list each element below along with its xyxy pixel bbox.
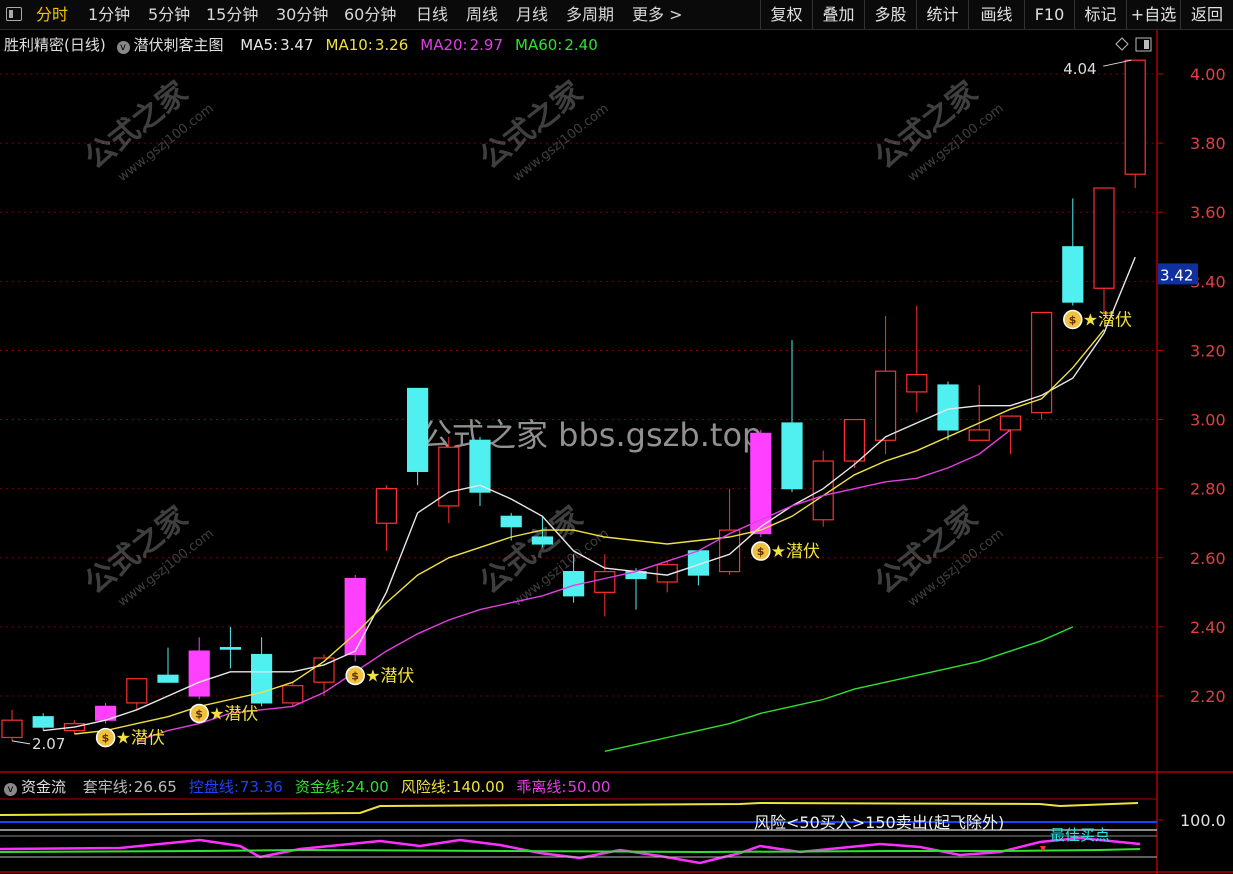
dollar-glyph: $ bbox=[1069, 314, 1077, 327]
candle-body bbox=[781, 422, 803, 490]
candle-body bbox=[500, 515, 522, 528]
best-buy-label: 最佳买点 bbox=[1050, 826, 1110, 844]
sub-legend-4: 乖离线:50.00 bbox=[516, 778, 616, 796]
sub-legend-2: 资金线:24.00 bbox=[295, 778, 395, 796]
sub-legend-value: 26.65 bbox=[133, 778, 177, 796]
candle-body bbox=[1062, 246, 1084, 303]
watermark-stamp: 公式之家www.gszj100.com bbox=[78, 75, 216, 185]
candle-body bbox=[344, 577, 366, 656]
sub-legend-value: 140.00 bbox=[451, 778, 505, 796]
y-tick-label: 2.40 bbox=[1190, 618, 1226, 637]
dollar-glyph: $ bbox=[351, 669, 359, 682]
low-price-pointer bbox=[11, 740, 31, 745]
candle-body bbox=[32, 716, 54, 728]
sub-indicator-selector[interactable]: v 资金流 bbox=[4, 778, 72, 796]
y-tick-label: 3.20 bbox=[1190, 341, 1226, 360]
y-tick-label: 2.60 bbox=[1190, 549, 1226, 568]
candle-body bbox=[219, 647, 241, 650]
signal-label: ★潜伏 bbox=[209, 704, 258, 724]
sub-legend-value: 50.00 bbox=[567, 778, 611, 796]
candle-body bbox=[282, 685, 304, 704]
sub-legend-label: 乖离线: bbox=[516, 778, 567, 796]
low-price-label: 2.07 bbox=[32, 735, 65, 753]
y-tick-label: 3.80 bbox=[1190, 134, 1226, 153]
sub-legend-3: 风险线:140.00 bbox=[401, 778, 511, 796]
chevron-down-icon: v bbox=[4, 783, 17, 796]
sub-legend-0: 套牢线:26.65 bbox=[83, 778, 183, 796]
y-tick-label: 3.00 bbox=[1190, 411, 1226, 430]
candle-body bbox=[1, 719, 23, 739]
candle-body bbox=[375, 488, 397, 524]
fund-line bbox=[0, 848, 1141, 854]
y-tick-label: 2.80 bbox=[1190, 480, 1226, 499]
sub-legend-value: 24.00 bbox=[345, 778, 389, 796]
sub-legend: v 资金流 套牢线:26.65 控盘线:73.36 资金线:24.00 风险线:140.… bbox=[4, 776, 628, 797]
sub-legend-label: 资金线: bbox=[294, 778, 345, 796]
candle-body bbox=[1093, 187, 1115, 289]
sub-axis-label: 100.0 bbox=[1180, 811, 1226, 830]
high-price-label: 4.04 bbox=[1063, 60, 1096, 78]
panel-toggle-icon-fill bbox=[1144, 40, 1149, 49]
signal-label: ★潜伏 bbox=[116, 729, 165, 749]
candle-body bbox=[157, 674, 179, 683]
dollar-glyph: $ bbox=[195, 707, 203, 720]
candle-body bbox=[594, 570, 616, 593]
watermark-stamp: 公式之家www.gszj100.com bbox=[473, 75, 611, 185]
sub-indicator-name: 资金流 bbox=[21, 778, 67, 796]
candle-body bbox=[469, 439, 491, 493]
sub-legend-label: 套牢线: bbox=[82, 778, 133, 796]
y-tick-label: 4.00 bbox=[1190, 65, 1226, 84]
candle-body bbox=[937, 384, 959, 431]
candle-body bbox=[126, 678, 148, 704]
last-price-label: 3.42 bbox=[1160, 266, 1193, 284]
candle-body bbox=[968, 429, 990, 441]
candle-body bbox=[188, 650, 210, 697]
candle-body bbox=[750, 432, 772, 535]
candle-body bbox=[251, 653, 273, 704]
sub-legend-label: 控盘线: bbox=[188, 778, 239, 796]
signal-label: ★潜伏 bbox=[771, 542, 820, 562]
candle-body bbox=[1124, 59, 1146, 175]
sub-legend-1: 控盘线:73.36 bbox=[189, 778, 289, 796]
sub-legend-label: 风险线: bbox=[400, 778, 451, 796]
candle-body bbox=[407, 387, 429, 472]
risk-note: 风险<50买入>150卖出(起飞除外) bbox=[754, 813, 1004, 832]
signal-label: ★潜伏 bbox=[1083, 311, 1132, 331]
price-chart[interactable]: 公式之家www.gszj100.com 公式之家www.gszj100.com 公式… bbox=[0, 0, 1233, 874]
ma-line bbox=[604, 626, 1074, 752]
y-tick-label: 2.20 bbox=[1190, 687, 1226, 706]
dollar-glyph: $ bbox=[757, 545, 765, 558]
diamond-icon[interactable] bbox=[1115, 37, 1129, 51]
candle-body bbox=[531, 536, 554, 545]
candle-body bbox=[906, 374, 928, 393]
candle-body bbox=[999, 415, 1022, 431]
signal-label: ★潜伏 bbox=[365, 666, 414, 686]
y-tick-label: 3.60 bbox=[1190, 203, 1226, 222]
dollar-glyph: $ bbox=[102, 732, 110, 745]
watermark-stamp: 公式之家www.gszj100.com bbox=[78, 500, 216, 610]
candle-body bbox=[843, 418, 866, 462]
watermark-stamp: 公式之家www.gszj100.com bbox=[868, 75, 1006, 185]
candle-body bbox=[874, 370, 897, 441]
sub-legend-value: 73.36 bbox=[239, 778, 283, 796]
watermark-stamp: 公式之家www.gszj100.com bbox=[473, 500, 611, 610]
watermark-stamp: 公式之家www.gszj100.com bbox=[868, 500, 1006, 610]
